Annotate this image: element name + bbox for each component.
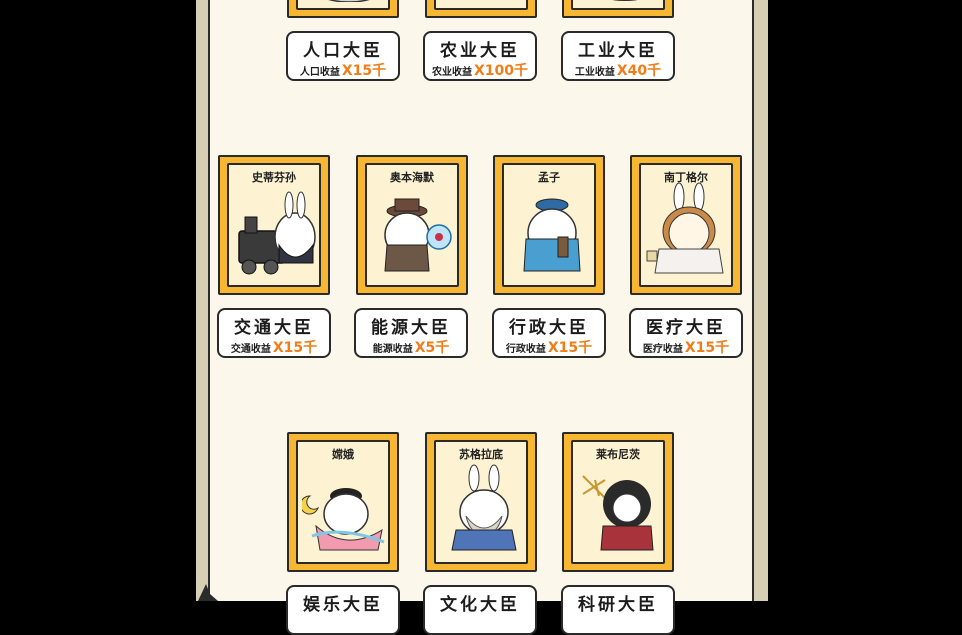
minister-card-stephenson[interactable]: 史蒂芬孙 [218, 155, 330, 295]
minister-title: 文化大臣 [440, 595, 520, 615]
energy-minister-label[interactable]: 能源大臣 能源收益 X5千 [354, 308, 468, 358]
nightingale-portrait [646, 182, 724, 274]
panel-edge-decoration [198, 584, 218, 601]
minister-title: 能源大臣 [371, 318, 451, 338]
minister-card-leibniz[interactable]: 莱布尼茨 [562, 432, 674, 572]
minister-title: 娱乐大臣 [303, 595, 383, 615]
minister-card-socrates[interactable]: 苏格拉底 [425, 432, 537, 572]
minister-card-industry[interactable] [562, 0, 674, 18]
income-line: 医疗收益 X15千 [642, 340, 730, 356]
minister-portrait [328, 0, 370, 2]
culture-minister-label[interactable]: 文化大臣 [423, 585, 537, 635]
minister-title: 医疗大臣 [646, 318, 726, 338]
agriculture-minister-label[interactable]: 农业大臣 农业收益 X100千 [423, 31, 537, 81]
minister-title: 交通大臣 [234, 318, 314, 338]
income-line: 农业收益 X100千 [431, 63, 529, 79]
administration-minister-label[interactable]: 行政大臣 行政收益 X15千 [492, 308, 606, 358]
leibniz-portrait [582, 475, 654, 551]
minister-card-oppenheimer[interactable]: 奥本海默 [356, 155, 468, 295]
change-portrait [302, 488, 385, 551]
minister-title: 人口大臣 [303, 41, 383, 61]
oppenheimer-portrait [384, 198, 452, 272]
mencius-portrait [523, 198, 581, 272]
income-line: 工业收益 X40千 [574, 63, 662, 79]
minister-portrait [612, 0, 638, 1]
transport-minister-label[interactable]: 交通大臣 交通收益 X15千 [217, 308, 331, 358]
industry-minister-label[interactable]: 工业大臣 工业收益 X40千 [561, 31, 675, 81]
minister-card-population[interactable] [287, 0, 399, 18]
stephenson-portrait [238, 191, 316, 275]
minister-card-change[interactable]: 嫦娥 [287, 432, 399, 572]
minister-title: 农业大臣 [440, 41, 520, 61]
income-line: 行政收益 X15千 [505, 340, 593, 356]
minister-card-mencius[interactable]: 孟子 [493, 155, 605, 295]
income-line: 人口收益 X15千 [299, 63, 387, 79]
minister-title: 工业大臣 [578, 41, 658, 61]
income-line: 交通收益 X15千 [230, 340, 318, 356]
minister-card-nightingale[interactable]: 南丁格尔 [630, 155, 742, 295]
minister-title: 科研大臣 [578, 595, 658, 615]
minister-card-agriculture[interactable] [425, 0, 537, 18]
socrates-portrait [451, 464, 517, 551]
minister-title: 行政大臣 [509, 318, 589, 338]
income-line: 能源收益 X5千 [372, 340, 450, 356]
research-minister-label[interactable]: 科研大臣 [561, 585, 675, 635]
medical-minister-label[interactable]: 医疗大臣 医疗收益 X15千 [629, 308, 743, 358]
population-minister-label[interactable]: 人口大臣 人口收益 X15千 [286, 31, 400, 81]
entertainment-minister-label[interactable]: 娱乐大臣 [286, 585, 400, 635]
